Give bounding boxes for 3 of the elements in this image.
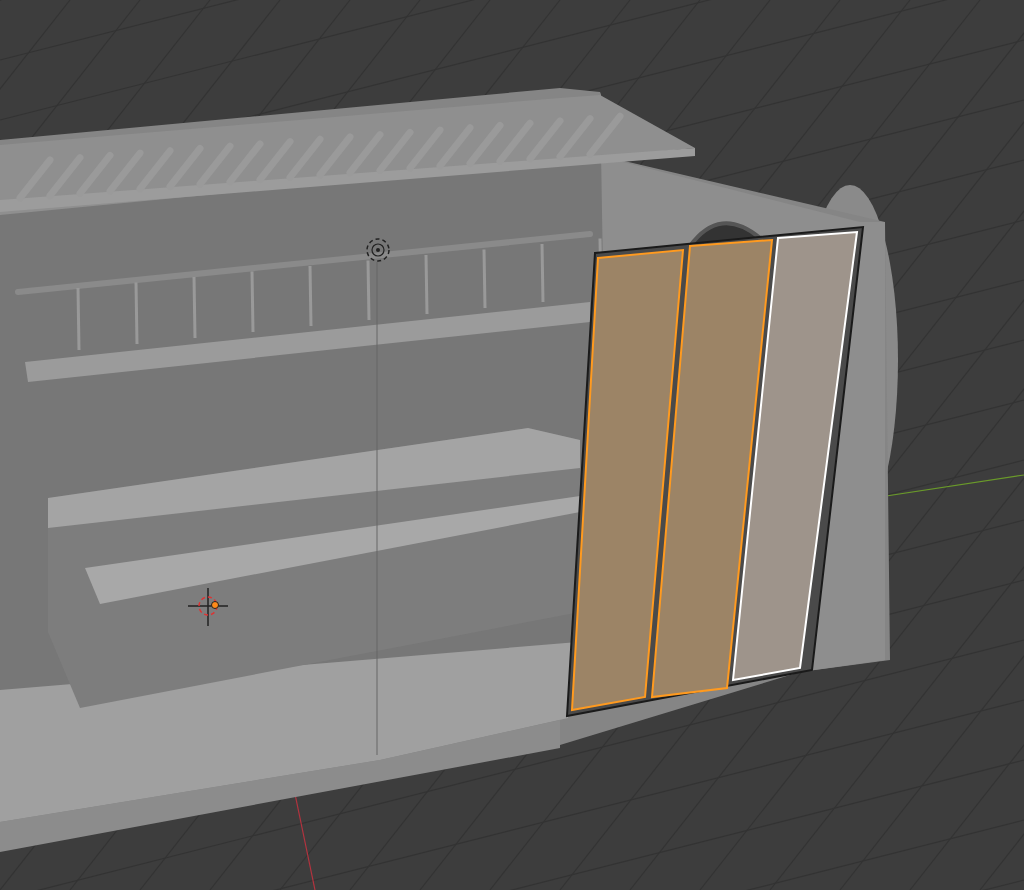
3d-cursor-icon[interactable] bbox=[366, 238, 390, 262]
origin-crosshair-icon bbox=[187, 587, 229, 627]
mesh-face[interactable] bbox=[570, 248, 685, 712]
